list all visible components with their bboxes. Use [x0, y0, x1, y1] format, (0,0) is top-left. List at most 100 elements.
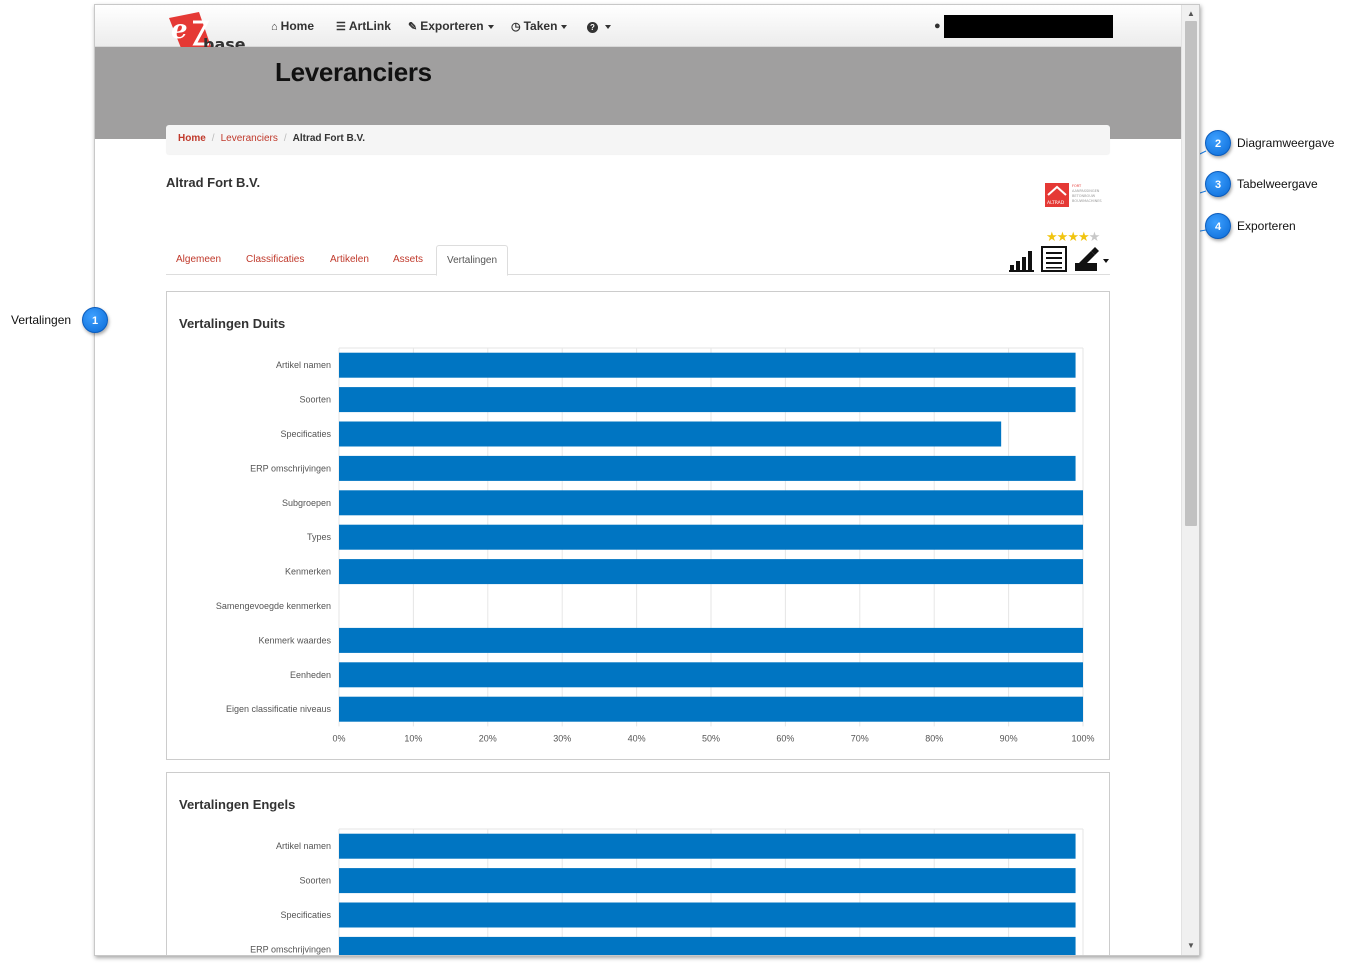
tick-label: 30% [553, 733, 571, 743]
caret-down-icon [561, 24, 568, 29]
nav-exporteren[interactable]: ✎ Exporteren [408, 19, 494, 33]
category-label: Specificaties [280, 910, 331, 920]
breadcrumb-current: Altrad Fort B.V. [292, 133, 366, 144]
nav-home[interactable]: ⌂ Home [271, 19, 314, 33]
svg-text:FORT: FORT [1072, 184, 1082, 188]
callout-badge-3: 3 [1205, 171, 1231, 197]
category-label: Kenmerken [285, 567, 331, 577]
nav-artlink[interactable]: ☰ ArtLink [336, 19, 391, 33]
tab-classificaties[interactable]: Classificaties [236, 245, 314, 275]
category-label: ERP omschrijvingen [250, 463, 331, 473]
home-icon: ⌂ [271, 21, 278, 33]
star-icon: ★ [1067, 229, 1079, 244]
star-icon: ★ [1077, 229, 1090, 244]
category-label: Kenmerk waardes [258, 635, 331, 645]
callout-label-2: Diagramweergave [1237, 136, 1335, 150]
callout-label-4: Exporteren [1237, 219, 1296, 233]
category-label: Subgroepen [282, 498, 331, 508]
category-label: Artikel namen [276, 841, 331, 851]
category-label: Types [307, 532, 332, 542]
category-label: ERP omschrijvingen [250, 944, 331, 954]
list-icon: ☰ [336, 21, 346, 33]
category-label: Soorten [299, 876, 331, 886]
supplier-name: Altrad Fort B.V. [166, 175, 261, 190]
svg-text:e: e [171, 15, 188, 45]
category-label: Samengevoegde kenmerken [216, 601, 331, 611]
tick-label: 50% [702, 733, 720, 743]
tab-assets[interactable]: Assets [383, 245, 433, 275]
scroll-thumb[interactable] [1185, 21, 1197, 526]
top-navbar: e base ⌂ Home ☰ ArtLink ✎ Exporteren ◷ Taken… [95, 5, 1182, 64]
tick-label: 0% [332, 733, 345, 743]
export-icon: ✎ [408, 21, 418, 33]
tab-artikelen[interactable]: Artikelen [320, 245, 379, 275]
clock-icon: ◷ [511, 21, 521, 33]
callout-badge-4: 4 [1205, 213, 1231, 239]
category-label: Eenheden [290, 670, 331, 680]
nav-help[interactable]: ? [587, 19, 611, 33]
bar[interactable] [339, 902, 1076, 928]
supplier-rating: ★★★★★ [1046, 229, 1101, 245]
bar[interactable] [339, 490, 1083, 516]
tick-label: 100% [1071, 733, 1094, 743]
vertical-scrollbar[interactable]: ▲ ▼ [1181, 5, 1199, 955]
chart-vertalingen-engels: Artikel namen Soorten Specificaties ERP oms… [250, 828, 1084, 956]
caret-down-icon [487, 24, 494, 29]
breadcrumb-leveranciers[interactable]: Leveranciers [221, 133, 278, 144]
bar[interactable] [339, 833, 1076, 859]
app-window: e base ⌂ Home ☰ ArtLink ✎ Exporteren ◷ Taken… [94, 4, 1200, 956]
bar[interactable] [339, 696, 1083, 722]
tab-bar: Algemeen Classificaties Artikelen Assets… [166, 245, 1110, 276]
panel-vertalingen-duits: Vertalingen Duits Artikel namen Soorten Sp… [166, 291, 1110, 760]
star-empty-icon: ★ [1088, 229, 1101, 244]
svg-text:BETONBOUW: BETONBOUW [1072, 194, 1096, 198]
table-icon[interactable] [1040, 245, 1068, 273]
category-label: Eigen classificatie niveaus [226, 704, 332, 714]
bar[interactable] [339, 421, 1002, 447]
bar[interactable] [339, 524, 1083, 550]
category-label: Specificaties [280, 429, 331, 439]
tick-label: 90% [1000, 733, 1018, 743]
screenshot-stage: e base ⌂ Home ☰ ArtLink ✎ Exporteren ◷ Taken… [0, 0, 1354, 963]
bar-chart-icon[interactable] [1008, 245, 1036, 273]
export-dropdown-button[interactable] [1073, 245, 1109, 273]
tab-vertalingen[interactable]: Vertalingen [436, 245, 509, 276]
category-label: Artikel namen [276, 360, 331, 370]
tick-label: 10% [404, 733, 422, 743]
svg-text:AANPASSINGEN: AANPASSINGEN [1072, 189, 1100, 193]
breadcrumb: Home / Leveranciers / Altrad Fort B.V. [166, 125, 1110, 154]
callout-badge-2: 2 [1205, 130, 1231, 156]
chart-vertalingen-duits: Artikel namen Soorten Specificaties ERP oms… [216, 347, 1095, 743]
nav-taken[interactable]: ◷ Taken [511, 19, 568, 33]
bar[interactable] [339, 662, 1083, 688]
scroll-down-icon[interactable]: ▼ [1182, 939, 1199, 953]
tick-label: 80% [925, 733, 943, 743]
help-icon: ? [587, 22, 598, 33]
user-icon[interactable]: ● [934, 20, 941, 32]
category-label: Soorten [299, 395, 331, 405]
bar[interactable] [339, 868, 1076, 894]
page-title: Leveranciers [275, 57, 432, 87]
bar[interactable] [339, 387, 1076, 413]
tick-label: 70% [851, 733, 869, 743]
star-icon: ★ [1056, 229, 1069, 244]
bar[interactable] [339, 627, 1083, 653]
tab-algemeen[interactable]: Algemeen [166, 245, 231, 275]
star-icon: ★ [1046, 229, 1058, 244]
bar[interactable] [339, 936, 1076, 956]
bar[interactable] [339, 455, 1076, 481]
tick-label: 20% [479, 733, 497, 743]
bar[interactable] [339, 352, 1076, 378]
bar[interactable] [339, 559, 1083, 585]
breadcrumb-home[interactable]: Home [178, 133, 206, 144]
callout-label-1: Vertalingen [11, 313, 72, 327]
callout-label-3: Tabelweergave [1237, 177, 1318, 191]
user-name-redacted[interactable] [944, 15, 1113, 38]
callout-badge-1: 1 [82, 307, 108, 333]
panel-vertalingen-engels: Vertalingen Engels Artikel namen Soorten S… [166, 772, 1110, 956]
svg-text:ALTRAD: ALTRAD [1047, 200, 1065, 206]
tick-label: 40% [628, 733, 646, 743]
scroll-up-icon[interactable]: ▲ [1182, 7, 1199, 21]
svg-text:BOUWMACHINES: BOUWMACHINES [1072, 199, 1102, 203]
tick-label: 60% [776, 733, 794, 743]
